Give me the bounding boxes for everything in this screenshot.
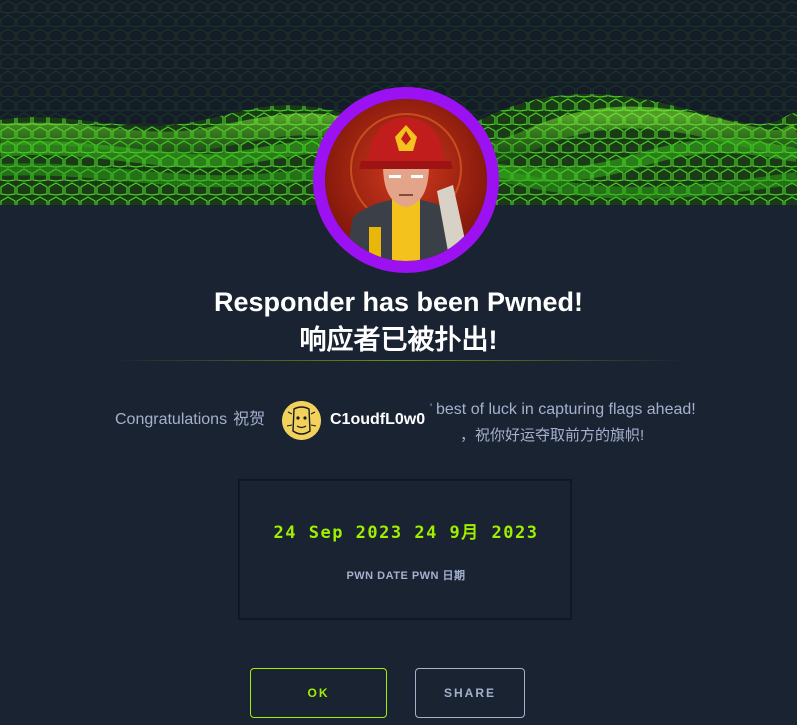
firefighter-avatar-icon [325,99,487,261]
share-button[interactable]: SHARE [415,668,525,718]
page-title: Responder has been Pwned! [213,287,584,317]
username-suffix: ' [430,402,433,414]
pwned-page: Responder has been Pwned! 响应者已被扑出! Congr… [0,0,797,725]
luck-message: best of luck in capturing flags ahead! [436,401,696,418]
username[interactable]: C1oudfL0w0 [330,410,425,430]
page-subtitle: 响应者已被扑出! [299,325,498,355]
ok-button[interactable]: OK [250,668,387,718]
congrats-label: Congratulations [115,411,228,428]
title-divider [110,360,687,361]
machine-avatar [313,87,499,273]
congrats-text: Congratulations 祝贺 [115,410,265,430]
pwn-date-value: 24 Sep 2023 24 9月 2023 [273,523,539,543]
congrats-label-cn: 祝贺 [233,411,266,428]
pwn-date-card: 24 Sep 2023 24 9月 2023 PWN DATE PWN 日期 [238,479,572,620]
luck-message-cn: ，祝你好运夺取前方的旗帜! [460,427,645,444]
user-avatar-icon[interactable] [282,401,321,440]
pwn-date-label: PWN DATE PWN 日期 [346,570,466,582]
